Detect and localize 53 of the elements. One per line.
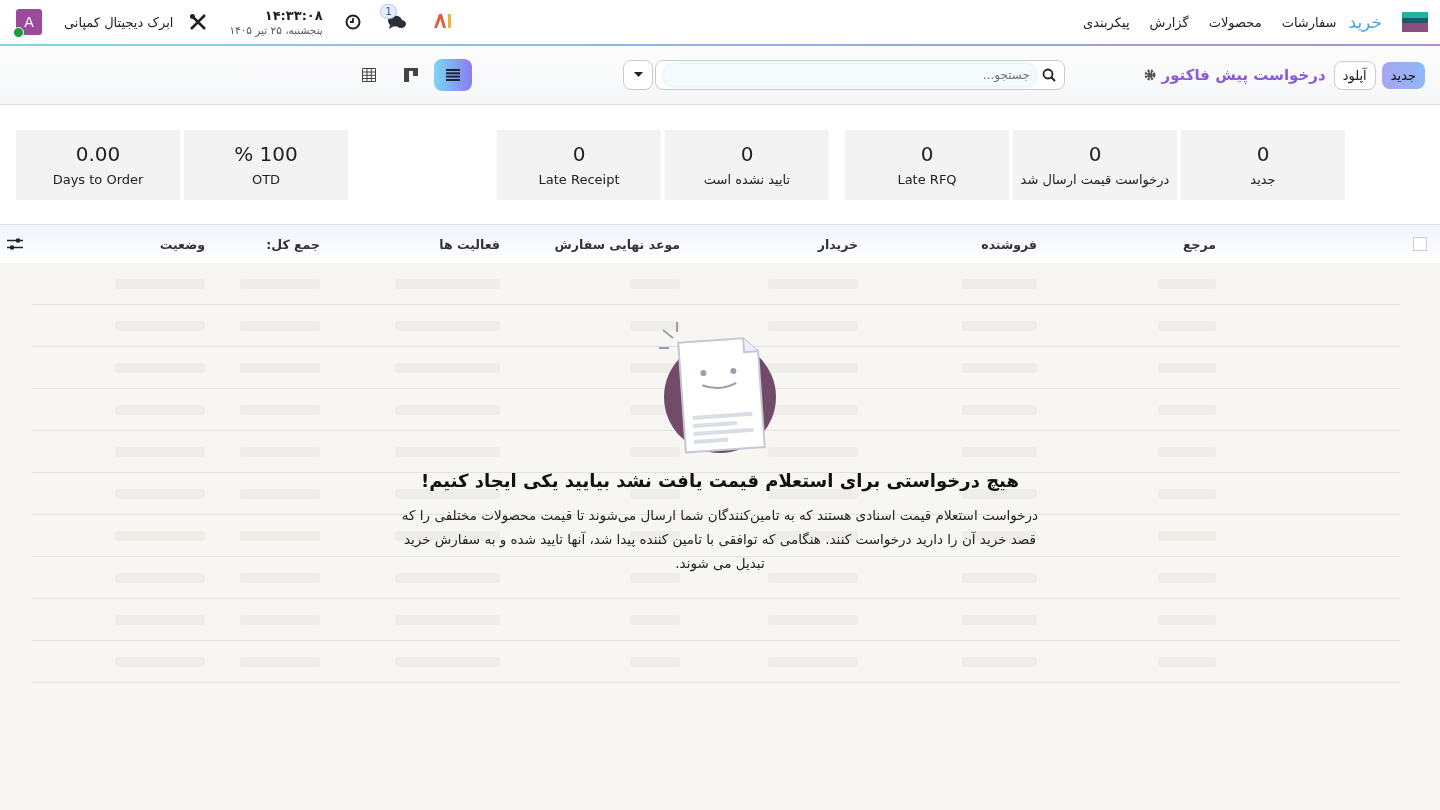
column-header[interactable]: موعد نهایی سفارش [500,236,680,252]
stat-label: جدید [1250,172,1276,187]
stat-card[interactable]: 100 % OTD [184,129,348,200]
new-button[interactable]: جدید [1381,61,1425,89]
clock-date: پنجشنبه، ۲۵ تیر ۱۴۰۵ [229,23,323,37]
menu-item[interactable]: محصولات [1208,14,1262,30]
stat-label: تایید نشده است [703,172,791,187]
stat-value: 0 [1256,142,1270,166]
column-options-icon[interactable] [7,237,23,251]
stat-label: درخواست قیمت ارسال شد [1020,172,1170,187]
stat-card[interactable]: 0 Late RFQ [845,129,1009,200]
user-avatar[interactable]: A [16,9,42,35]
stat-card[interactable]: 0.00 Days to Order [16,129,180,200]
stat-value: 0.00 [75,142,121,166]
stat-value: 0 [572,142,586,166]
stat-value: 0 [740,142,754,166]
stat-value: 100 % [234,142,298,166]
stat-label: Late Receipt [538,172,620,187]
menu-item[interactable]: پیکربندی [1083,14,1130,30]
menu-item[interactable]: گزارش [1149,14,1189,30]
list-view-button[interactable] [434,59,472,91]
menu-item[interactable]: سفارشات [1281,14,1337,30]
list-icon [446,69,460,81]
company-name[interactable]: ابرک دیجیتال کمپانی [64,14,174,30]
column-header[interactable]: فعالیت ها [320,236,500,252]
stat-label: Days to Order [52,172,144,187]
app-logo-icon[interactable] [1402,12,1428,32]
grid-icon [362,68,376,82]
caret-icon [633,72,643,78]
column-header[interactable]: مرجع [1037,236,1216,252]
empty-state-title: هیچ درخواستی برای استعلام قیمت یافت نشد بیایید یکی ایجاد کنیم! [421,470,1019,491]
settings-icon[interactable] [1143,69,1156,81]
clock-time: ۱۴:۳۳:۰۸ [263,7,323,24]
stat-value: 0 [920,142,934,166]
empty-state-text: درخواست استعلام قیمت اسنادی هستند که به تامین‌کنندگان شما ارسال می‌شوند تا قیمت محصولات مختلفی را که قصد خرید آن را دارید درخواست کنند. هنگامی که توافقی با تامین کننده پیدا شد، آنها تایید شده و به سفارش خرید تبدیل می شوند. [400,506,1040,574]
select-all-checkbox[interactable] [1413,237,1427,251]
stat-value: 0 [1088,142,1102,166]
stat-card[interactable]: 0 Late Receipt [497,129,661,200]
search-options-toggle[interactable] [623,60,653,90]
upload-button[interactable]: آپلود [1333,60,1376,90]
message-count-badge: 1 [380,4,397,19]
column-header[interactable]: جمع کل: [205,236,320,252]
column-header[interactable]: فروشنده [858,236,1037,252]
stat-label: OTD [251,172,281,187]
stat-label: Late RFQ [897,172,957,187]
column-header[interactable]: وضعیت [30,236,205,252]
page-title[interactable]: درخواست پیش فاکتور [1161,66,1326,84]
column-header[interactable]: خریدار [680,236,858,252]
tools-icon[interactable] [189,13,208,31]
clock-icon[interactable] [344,14,361,30]
search-icon [1042,68,1056,82]
search-field[interactable]: جستجو... [655,60,1065,90]
kanban-icon [404,68,418,82]
